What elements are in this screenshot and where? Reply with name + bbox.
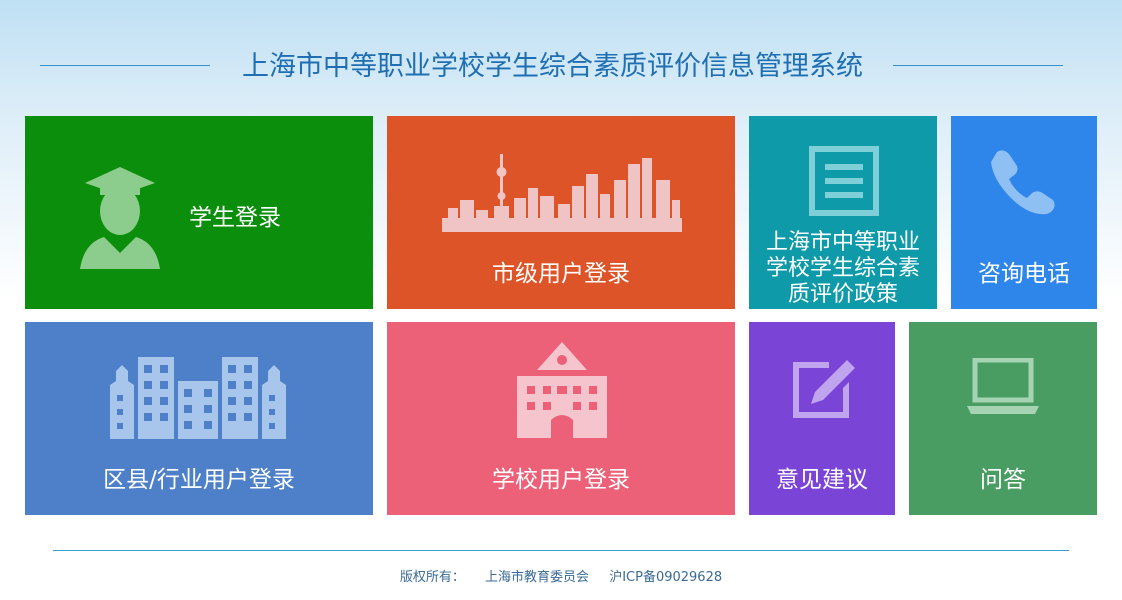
district-user-login-label: 区县/行业用户登录 <box>103 467 295 493</box>
policy-tile[interactable]: 上海市中等职业 学校学生综合素 质评价政策 <box>749 116 937 309</box>
city-skyline-icon <box>442 154 682 232</box>
footer-divider <box>53 550 1069 551</box>
school-building-icon <box>517 342 607 438</box>
city-user-login-tile[interactable]: 市级用户登录 <box>387 116 735 309</box>
copyright-owner: 上海市教育委员会 <box>485 570 590 585</box>
page-footer: 版权所有： 上海市教育委员会 沪ICP备09029628 <box>0 566 1122 585</box>
student-login-label: 学生登录 <box>189 205 281 231</box>
district-user-login-tile[interactable]: 区县/行业用户登录 <box>25 322 373 515</box>
hotline-tile[interactable]: 咨询电话 <box>951 116 1097 309</box>
school-user-login-label: 学校用户登录 <box>492 467 630 493</box>
copyright-label: 版权所有： <box>399 570 465 585</box>
school-user-login-tile[interactable]: 学校用户登录 <box>387 322 735 515</box>
feedback-tile[interactable]: 意见建议 <box>749 322 895 515</box>
document-icon <box>809 146 879 216</box>
page-header: 上海市中等职业学校学生综合素质评价信息管理系统 <box>0 44 1122 90</box>
header-divider-right <box>893 65 1063 66</box>
qa-tile[interactable]: 问答 <box>909 322 1097 515</box>
edit-pencil-icon <box>793 360 855 418</box>
city-user-login-label: 市级用户登录 <box>492 261 630 287</box>
hotline-label: 咨询电话 <box>978 261 1070 287</box>
graduate-student-icon <box>80 167 160 269</box>
phone-icon <box>991 150 1055 215</box>
icp-number[interactable]: 沪ICP备09029628 <box>609 570 722 585</box>
laptop-icon <box>967 358 1039 414</box>
policy-label-line3: 质评价政策 <box>787 282 898 307</box>
feedback-label: 意见建议 <box>776 467 868 493</box>
header-divider-left <box>40 65 210 66</box>
buildings-icon <box>110 357 286 439</box>
qa-label: 问答 <box>980 467 1026 493</box>
student-login-tile[interactable]: 学生登录 <box>25 116 373 309</box>
page-title: 上海市中等职业学校学生综合素质评价信息管理系统 <box>242 51 863 82</box>
